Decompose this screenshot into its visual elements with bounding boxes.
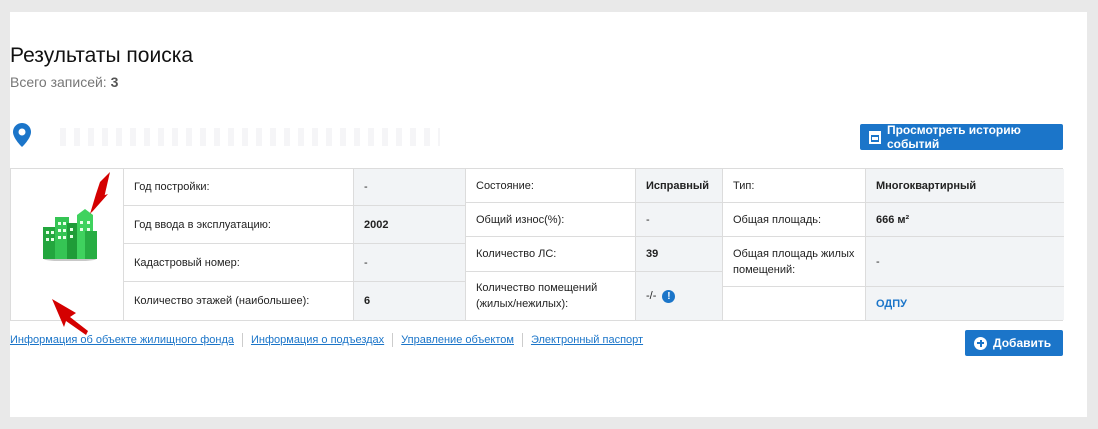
address-redacted (60, 128, 440, 146)
premises-count-text: -/- (646, 290, 657, 302)
link-object-management[interactable]: Управление объектом (393, 333, 523, 347)
empty-label-cell (723, 287, 866, 320)
view-history-button[interactable]: Просмотреть историю событий (860, 123, 1063, 151)
cadastral-number-value: - (354, 244, 466, 282)
floors-label: Количество этажей (наибольшее): (124, 282, 354, 320)
link-entrances-info[interactable]: Информация о подъездах (243, 333, 394, 347)
condition-label: Состояние: (466, 169, 636, 203)
plus-circle-icon (974, 336, 987, 350)
living-area-label: Общая площадь жилых помещений: (723, 237, 866, 287)
odpu-link[interactable]: ОДПУ (876, 298, 907, 310)
premises-count-label: Количество помещений (жилых/нежилых): (466, 272, 636, 320)
type-value: Многоквартирный (866, 169, 1064, 203)
living-area-value: - (866, 237, 1064, 287)
accounts-count-label: Количество ЛС: (466, 237, 636, 272)
year-built-value: - (354, 169, 466, 206)
type-label: Тип: (723, 169, 866, 203)
records-count-label: Всего записей: (10, 74, 107, 90)
calendar-icon (869, 130, 881, 144)
premises-count-value: -/- ! (636, 272, 723, 320)
house-card: Год постройки: - Год ввода в эксплуатаци… (10, 168, 1064, 321)
info-icon[interactable]: ! (662, 289, 676, 303)
wear-label: Общий износ(%): (466, 203, 636, 237)
condition-value: Исправный (636, 169, 723, 203)
card-column-3: Тип: Многоквартирный Общая площадь: 666 … (723, 169, 1064, 320)
page-title: Результаты поиска (10, 44, 194, 67)
total-area-label: Общая площадь: (723, 203, 866, 237)
records-count-value: 3 (110, 74, 119, 90)
add-label: Добавить (993, 336, 1052, 350)
card-column-1: Год постройки: - Год ввода в эксплуатаци… (124, 169, 466, 320)
link-housing-object-info[interactable]: Информация об объекте жилищного фонда (10, 333, 243, 347)
odpu-cell: ОДПУ (866, 287, 1064, 320)
link-electronic-passport[interactable]: Электронный паспорт (523, 333, 651, 347)
year-commissioned-label: Год ввода в эксплуатацию: (124, 206, 354, 244)
floors-value: 6 (354, 282, 466, 320)
add-button[interactable]: Добавить (965, 330, 1063, 356)
year-commissioned-value: 2002 (354, 206, 466, 244)
year-built-label: Год постройки: (124, 169, 354, 206)
wear-value: - (636, 203, 723, 237)
annotation-arrow-icon (52, 299, 88, 335)
records-count: Всего записей: 3 (10, 74, 118, 90)
map-pin-icon (13, 123, 31, 147)
annotation-arrow-icon (90, 170, 112, 214)
cadastral-number-label: Кадастровый номер: (124, 244, 354, 282)
total-area-value: 666 м² (866, 203, 1064, 237)
accounts-count-value: 39 (636, 237, 723, 272)
view-history-label: Просмотреть историю событий (886, 123, 1021, 151)
card-column-2: Состояние: Исправный Общий износ(%): - К… (466, 169, 723, 320)
